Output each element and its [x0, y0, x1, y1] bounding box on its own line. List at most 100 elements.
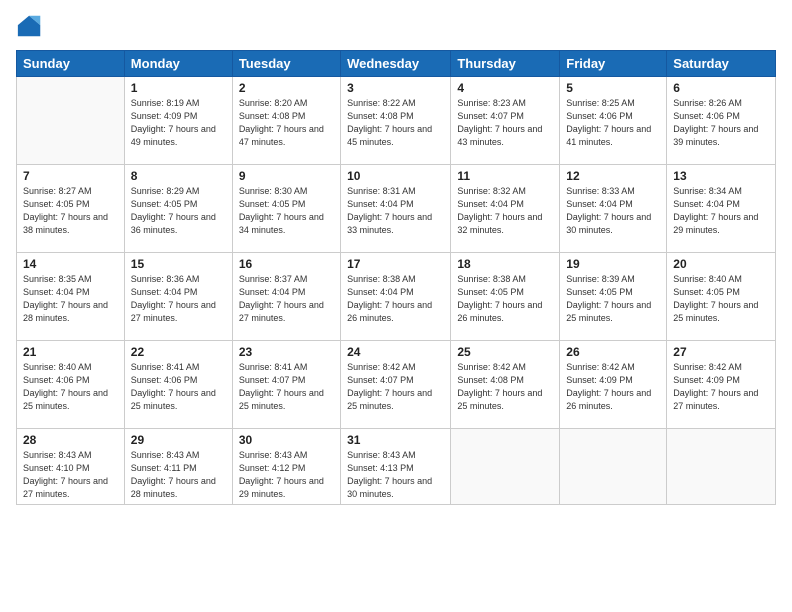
sunrise-text: Sunrise: 8:32 AM: [457, 185, 553, 198]
calendar-day-cell: 23Sunrise: 8:41 AMSunset: 4:07 PMDayligh…: [232, 341, 340, 429]
daylight-text: Daylight: 7 hours and 32 minutes.: [457, 211, 553, 236]
day-info: Sunrise: 8:23 AMSunset: 4:07 PMDaylight:…: [457, 97, 553, 148]
sunset-text: Sunset: 4:05 PM: [23, 198, 118, 211]
day-number: 22: [131, 345, 226, 359]
sunset-text: Sunset: 4:06 PM: [673, 110, 769, 123]
sunset-text: Sunset: 4:05 PM: [673, 286, 769, 299]
day-info: Sunrise: 8:25 AMSunset: 4:06 PMDaylight:…: [566, 97, 660, 148]
calendar-day-cell: 9Sunrise: 8:30 AMSunset: 4:05 PMDaylight…: [232, 165, 340, 253]
daylight-text: Daylight: 7 hours and 27 minutes.: [239, 299, 334, 324]
day-info: Sunrise: 8:30 AMSunset: 4:05 PMDaylight:…: [239, 185, 334, 236]
day-number: 3: [347, 81, 444, 95]
calendar-day-cell: 3Sunrise: 8:22 AMSunset: 4:08 PMDaylight…: [341, 77, 451, 165]
day-number: 4: [457, 81, 553, 95]
daylight-text: Daylight: 7 hours and 25 minutes.: [347, 387, 444, 412]
calendar-day-cell: 2Sunrise: 8:20 AMSunset: 4:08 PMDaylight…: [232, 77, 340, 165]
calendar-day-cell: 24Sunrise: 8:42 AMSunset: 4:07 PMDayligh…: [341, 341, 451, 429]
sunset-text: Sunset: 4:04 PM: [347, 286, 444, 299]
sunrise-text: Sunrise: 8:43 AM: [131, 449, 226, 462]
sunrise-text: Sunrise: 8:42 AM: [347, 361, 444, 374]
daylight-text: Daylight: 7 hours and 28 minutes.: [23, 299, 118, 324]
daylight-text: Daylight: 7 hours and 25 minutes.: [673, 299, 769, 324]
daylight-text: Daylight: 7 hours and 36 minutes.: [131, 211, 226, 236]
sunrise-text: Sunrise: 8:31 AM: [347, 185, 444, 198]
sunrise-text: Sunrise: 8:42 AM: [673, 361, 769, 374]
daylight-text: Daylight: 7 hours and 39 minutes.: [673, 123, 769, 148]
day-number: 19: [566, 257, 660, 271]
sunrise-text: Sunrise: 8:19 AM: [131, 97, 226, 110]
weekday-header: Sunday: [17, 51, 125, 77]
calendar-week-row: 1 Sunrise: 8:19 AMSunset: 4:09 PM Daylight…: [17, 77, 776, 165]
day-number: 20: [673, 257, 769, 271]
calendar-day-cell: 14Sunrise: 8:35 AMSunset: 4:04 PMDayligh…: [17, 253, 125, 341]
calendar-day-cell: 12 Sunrise: 8:33 AMSunset: 4:04 PMDayligh…: [560, 165, 667, 253]
daylight-text: Daylight: 7 hours and 29 minutes.: [239, 475, 334, 500]
day-info: Sunrise: 8:40 AMSunset: 4:06 PMDaylight:…: [23, 361, 118, 412]
daylight-text: Daylight: 7 hours and 27 minutes.: [131, 299, 226, 324]
sunset-text: Sunset: 4:04 PM: [457, 198, 553, 211]
day-info: Sunrise: 8:42 AMSunset: 4:09 PMDaylight:…: [673, 361, 769, 412]
weekday-header: Saturday: [667, 51, 776, 77]
calendar-day-cell: 19 Sunrise: 8:39 AMSunset: 4:05 PMDayligh…: [560, 253, 667, 341]
daylight-text: Daylight: 7 hours and 25 minutes.: [566, 299, 660, 324]
calendar-day-cell: [667, 429, 776, 505]
daylight-text: Daylight: 7 hours and 27 minutes.: [23, 475, 118, 500]
day-number: 13: [673, 169, 769, 183]
day-info: Sunrise: 8:20 AMSunset: 4:08 PMDaylight:…: [239, 97, 334, 148]
day-number: 16: [239, 257, 334, 271]
calendar-day-cell: 7Sunrise: 8:27 AMSunset: 4:05 PMDaylight…: [17, 165, 125, 253]
day-info: Sunrise: 8:31 AMSunset: 4:04 PMDaylight:…: [347, 185, 444, 236]
page: SundayMondayTuesdayWednesdayThursdayFrid…: [0, 0, 792, 612]
day-number: 17: [347, 257, 444, 271]
header: [16, 12, 776, 40]
daylight-text: Daylight: 7 hours and 29 minutes.: [673, 211, 769, 236]
sunrise-text: Sunrise: 8:35 AM: [23, 273, 118, 286]
day-number: 12: [566, 169, 660, 183]
day-info: Sunrise: 8:33 AMSunset: 4:04 PMDaylight:…: [566, 185, 660, 236]
day-number: 5: [566, 81, 660, 95]
day-number: 1: [131, 81, 226, 95]
sunset-text: Sunset: 4:09 PM: [131, 110, 226, 123]
day-info: Sunrise: 8:26 AMSunset: 4:06 PMDaylight:…: [673, 97, 769, 148]
daylight-text: Daylight: 7 hours and 25 minutes.: [23, 387, 118, 412]
day-info: Sunrise: 8:38 AMSunset: 4:04 PMDaylight:…: [347, 273, 444, 324]
sunset-text: Sunset: 4:04 PM: [673, 198, 769, 211]
daylight-text: Daylight: 7 hours and 30 minutes.: [347, 475, 444, 500]
calendar-day-cell: 13Sunrise: 8:34 AMSunset: 4:04 PMDayligh…: [667, 165, 776, 253]
sunrise-text: Sunrise: 8:40 AM: [673, 273, 769, 286]
calendar-day-cell: 22Sunrise: 8:41 AMSunset: 4:06 PMDayligh…: [124, 341, 232, 429]
calendar-day-cell: 21Sunrise: 8:40 AMSunset: 4:06 PMDayligh…: [17, 341, 125, 429]
sunrise-text: Sunrise: 8:29 AM: [131, 185, 226, 198]
day-number: 31: [347, 433, 444, 447]
sunrise-text: Sunrise: 8:36 AM: [131, 273, 226, 286]
calendar-week-row: 21Sunrise: 8:40 AMSunset: 4:06 PMDayligh…: [17, 341, 776, 429]
sunset-text: Sunset: 4:10 PM: [23, 462, 118, 475]
day-info: Sunrise: 8:42 AMSunset: 4:07 PMDaylight:…: [347, 361, 444, 412]
day-info: Sunrise: 8:43 AMSunset: 4:11 PMDaylight:…: [131, 449, 226, 500]
sunset-text: Sunset: 4:05 PM: [566, 286, 660, 299]
day-info: Sunrise: 8:39 AMSunset: 4:05 PMDaylight:…: [566, 273, 660, 324]
daylight-text: Daylight: 7 hours and 38 minutes.: [23, 211, 118, 236]
daylight-text: Daylight: 7 hours and 25 minutes.: [131, 387, 226, 412]
day-number: 10: [347, 169, 444, 183]
sunset-text: Sunset: 4:04 PM: [566, 198, 660, 211]
day-number: 29: [131, 433, 226, 447]
sunset-text: Sunset: 4:04 PM: [131, 286, 226, 299]
day-number: 28: [23, 433, 118, 447]
day-number: 7: [23, 169, 118, 183]
calendar-day-cell: 26Sunrise: 8:42 AMSunset: 4:09 PMDayligh…: [560, 341, 667, 429]
sunset-text: Sunset: 4:05 PM: [457, 286, 553, 299]
sunset-text: Sunset: 4:07 PM: [239, 374, 334, 387]
calendar-week-row: 7Sunrise: 8:27 AMSunset: 4:05 PMDaylight…: [17, 165, 776, 253]
calendar-day-cell: 6Sunrise: 8:26 AMSunset: 4:06 PMDaylight…: [667, 77, 776, 165]
daylight-text: Daylight: 7 hours and 45 minutes.: [347, 123, 444, 148]
sunrise-text: Sunrise: 8:37 AM: [239, 273, 334, 286]
sunrise-text: Sunrise: 8:41 AM: [131, 361, 226, 374]
calendar-day-cell: 8Sunrise: 8:29 AMSunset: 4:05 PMDaylight…: [124, 165, 232, 253]
day-info: Sunrise: 8:42 AMSunset: 4:08 PMDaylight:…: [457, 361, 553, 412]
sunset-text: Sunset: 4:07 PM: [457, 110, 553, 123]
sunrise-text: Sunrise: 8:33 AM: [566, 185, 660, 198]
sunrise-text: Sunrise: 8:43 AM: [23, 449, 118, 462]
daylight-text: Daylight: 7 hours and 27 minutes.: [673, 387, 769, 412]
calendar-table: SundayMondayTuesdayWednesdayThursdayFrid…: [16, 50, 776, 505]
